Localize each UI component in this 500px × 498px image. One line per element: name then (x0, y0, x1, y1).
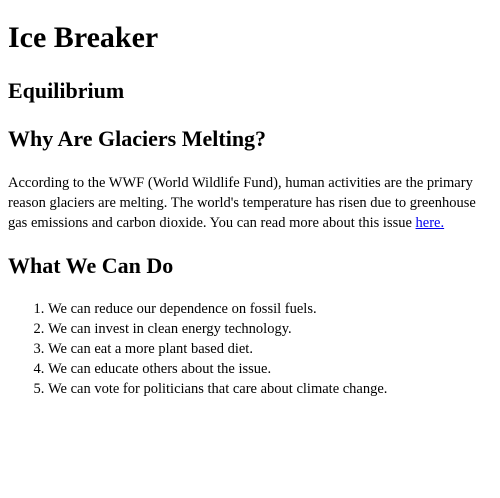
list-item: We can reduce our dependence on fossil f… (48, 299, 494, 319)
section-heading-what: What We Can Do (8, 253, 174, 278)
page-title: Ice Breaker (8, 21, 159, 54)
why-paragraph-text: According to the WWF (World Wildlife Fun… (8, 175, 476, 231)
actions-list: We can reduce our dependence on fossil f… (8, 299, 494, 399)
list-item: We can eat a more plant based diet. (48, 339, 494, 359)
read-more-link[interactable]: here. (416, 215, 445, 231)
page-subtitle: Equilibrium (8, 78, 125, 103)
list-item: We can educate others about the issue. (48, 359, 494, 379)
section-heading-why: Why Are Glaciers Melting? (8, 126, 267, 151)
why-paragraph: According to the WWF (World Wildlife Fun… (8, 173, 494, 233)
list-item: We can invest in clean energy technology… (48, 319, 494, 339)
list-item: We can vote for politicians that care ab… (48, 379, 494, 399)
